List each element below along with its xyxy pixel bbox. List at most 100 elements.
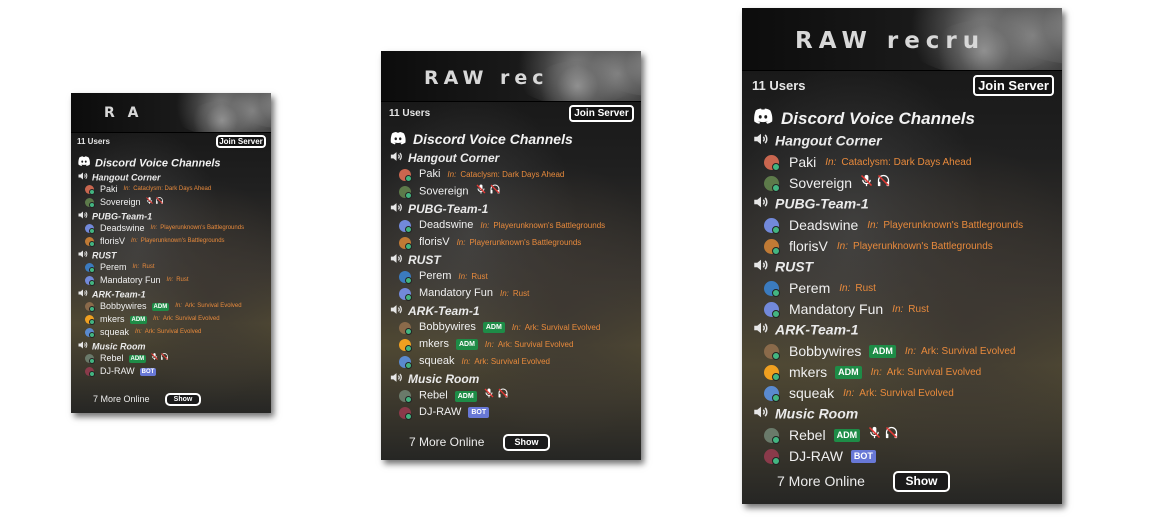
member-row[interactable]: Rebel ADM — [381, 387, 641, 404]
show-more-button[interactable]: Show — [503, 434, 550, 451]
member-row[interactable]: florisV In: Playerunknown's Battlegrounds — [381, 234, 641, 251]
avatar — [399, 186, 412, 199]
game-name: Playerunknown's Battlegrounds — [140, 238, 225, 245]
avatar — [764, 427, 780, 444]
channel-name: Hangout Corner — [775, 132, 882, 149]
avatar — [399, 270, 412, 284]
game-name: Rust — [855, 282, 876, 294]
mic-muted-icon — [859, 173, 874, 194]
avatar — [399, 287, 412, 301]
show-more-button[interactable]: Show — [165, 393, 201, 406]
avatar — [85, 263, 95, 274]
member-row[interactable]: Mandatory Fun In: Rust — [742, 298, 1062, 319]
channel-ark-team-1[interactable]: ARK-Team-1 — [71, 287, 271, 300]
member-row[interactable]: Perem In: Rust — [71, 261, 271, 274]
member-name: DJ-RAW — [789, 447, 843, 464]
game-name: Ark: Survival Evolved — [921, 345, 1016, 357]
member-row[interactable]: Deadswine In: Playerunknown's Battleground… — [71, 222, 271, 235]
game-activity: In: Playerunknown's Battlegrounds — [457, 238, 582, 247]
member-row[interactable]: DJ-RAW BOT — [742, 445, 1062, 466]
member-row[interactable]: florisV In: Playerunknown's Battlegrounds — [742, 235, 1062, 256]
member-row[interactable]: Paki In: Cataclysm: Dark Days Ahead — [381, 166, 641, 183]
avatar — [399, 406, 412, 420]
game-name: Ark: Survival Evolved — [184, 303, 242, 310]
mic-muted-icon — [483, 387, 495, 405]
member-row[interactable]: Bobbywires ADM In: Ark: Survival Evolved — [742, 340, 1062, 361]
member-name: DJ-RAW — [419, 406, 462, 418]
channel-name: PUBG-Team-1 — [92, 211, 153, 222]
member-row[interactable]: mkers ADM In: Ark: Survival Evolved — [71, 313, 271, 326]
channel-rust[interactable]: RUST — [71, 248, 271, 261]
member-row[interactable]: Sovereign — [381, 183, 641, 200]
member-row[interactable]: squeak In: Ark: Survival Evolved — [71, 326, 271, 339]
channel-music-room[interactable]: Music Room — [71, 339, 271, 352]
game-prefix: In: — [461, 357, 471, 366]
member-row[interactable]: DJ-RAW BOT — [381, 404, 641, 421]
channel-pubg-team-1[interactable]: PUBG-Team-1 — [71, 209, 271, 222]
channel-ark-team-1[interactable]: ARK-Team-1 — [742, 319, 1062, 340]
member-row[interactable]: Paki In: Cataclysm: Dark Days Ahead — [71, 183, 271, 196]
member-row[interactable]: Bobbywires ADM In: Ark: Survival Evolved — [381, 319, 641, 336]
online-status-dot — [772, 351, 780, 360]
show-more-button[interactable]: Show — [893, 471, 950, 492]
game-prefix: In: — [904, 345, 916, 357]
game-activity: In: Ark: Survival Evolved — [153, 316, 219, 322]
admin-badge: ADM — [869, 344, 896, 358]
member-row[interactable]: DJ-RAW BOT — [71, 365, 271, 378]
channel-name: Music Room — [408, 372, 480, 387]
channel-pubg-team-1[interactable]: PUBG-Team-1 — [742, 193, 1062, 214]
avatar — [85, 302, 95, 313]
game-name: Ark: Survival Evolved — [886, 366, 982, 378]
member-row[interactable]: Deadswine In: Playerunknown's Battleground… — [381, 217, 641, 234]
avatar — [399, 338, 412, 352]
member-row[interactable]: mkers ADM In: Ark: Survival Evolved — [742, 361, 1062, 382]
smoke-cloud — [187, 100, 257, 132]
channel-hangout-corner[interactable]: Hangout Corner — [71, 170, 271, 183]
online-status-dot — [772, 435, 780, 444]
channel-pubg-team-1[interactable]: PUBG-Team-1 — [381, 200, 641, 217]
member-row[interactable]: florisV In: Playerunknown's Battlegrounds — [71, 235, 271, 248]
join-server-button[interactable]: Join Server — [569, 105, 634, 122]
member-row[interactable]: Rebel ADM — [71, 352, 271, 365]
channel-music-room[interactable]: Music Room — [381, 370, 641, 387]
admin-badge: ADM — [128, 354, 147, 363]
member-row[interactable]: Bobbywires ADM In: Ark: Survival Evolved — [71, 300, 271, 313]
channel-music-room[interactable]: Music Room — [742, 403, 1062, 424]
channel-hangout-corner[interactable]: Hangout Corner — [381, 149, 641, 166]
member-row[interactable]: squeak In: Ark: Survival Evolved — [742, 382, 1062, 403]
channel-ark-team-1[interactable]: ARK-Team-1 — [381, 302, 641, 319]
avatar — [764, 280, 780, 297]
online-status-dot — [772, 393, 780, 402]
member-row[interactable]: Rebel ADM — [742, 424, 1062, 445]
game-name: Ark: Survival Evolved — [497, 340, 574, 349]
member-row[interactable]: Mandatory Fun In: Rust — [71, 274, 271, 287]
online-status-dot — [405, 327, 412, 335]
game-activity: In: Rust — [133, 264, 155, 270]
banner-title: RAW rec — [424, 67, 549, 89]
channel-hangout-corner[interactable]: Hangout Corner — [742, 130, 1062, 151]
banner-title: R A — [104, 105, 143, 121]
member-name: Perem — [789, 279, 831, 296]
member-row[interactable]: Paki In: Cataclysm: Dark Days Ahead — [742, 151, 1062, 172]
join-server-button[interactable]: Join Server — [216, 135, 266, 148]
online-status-dot — [89, 371, 95, 378]
member-row[interactable]: Perem In: Rust — [742, 277, 1062, 298]
member-row[interactable]: Sovereign — [71, 196, 271, 209]
member-row[interactable]: Perem In: Rust — [381, 268, 641, 285]
discord-widget: R A 11 Users Join Server Discord Voice Chan… — [71, 93, 271, 413]
member-name: Rebel — [100, 353, 124, 364]
member-row[interactable]: Mandatory Fun In: Rust — [381, 285, 641, 302]
member-row[interactable]: squeak In: Ark: Survival Evolved — [381, 353, 641, 370]
game-name: Playerunknown's Battlegrounds — [853, 240, 993, 252]
channel-list: Discord Voice Channels Hangout Corner Paki… — [381, 129, 641, 421]
member-name: Deadswine — [419, 219, 474, 231]
users-count: 11 Users — [752, 78, 806, 93]
member-row[interactable]: mkers ADM In: Ark: Survival Evolved — [381, 336, 641, 353]
member-row[interactable]: Deadswine In: Playerunknown's Battleground… — [742, 214, 1062, 235]
channel-rust[interactable]: RUST — [742, 256, 1062, 277]
channel-rust[interactable]: RUST — [381, 251, 641, 268]
online-status-dot — [89, 202, 95, 209]
avatar — [85, 276, 95, 287]
member-row[interactable]: Sovereign — [742, 172, 1062, 193]
join-server-button[interactable]: Join Server — [973, 75, 1054, 96]
